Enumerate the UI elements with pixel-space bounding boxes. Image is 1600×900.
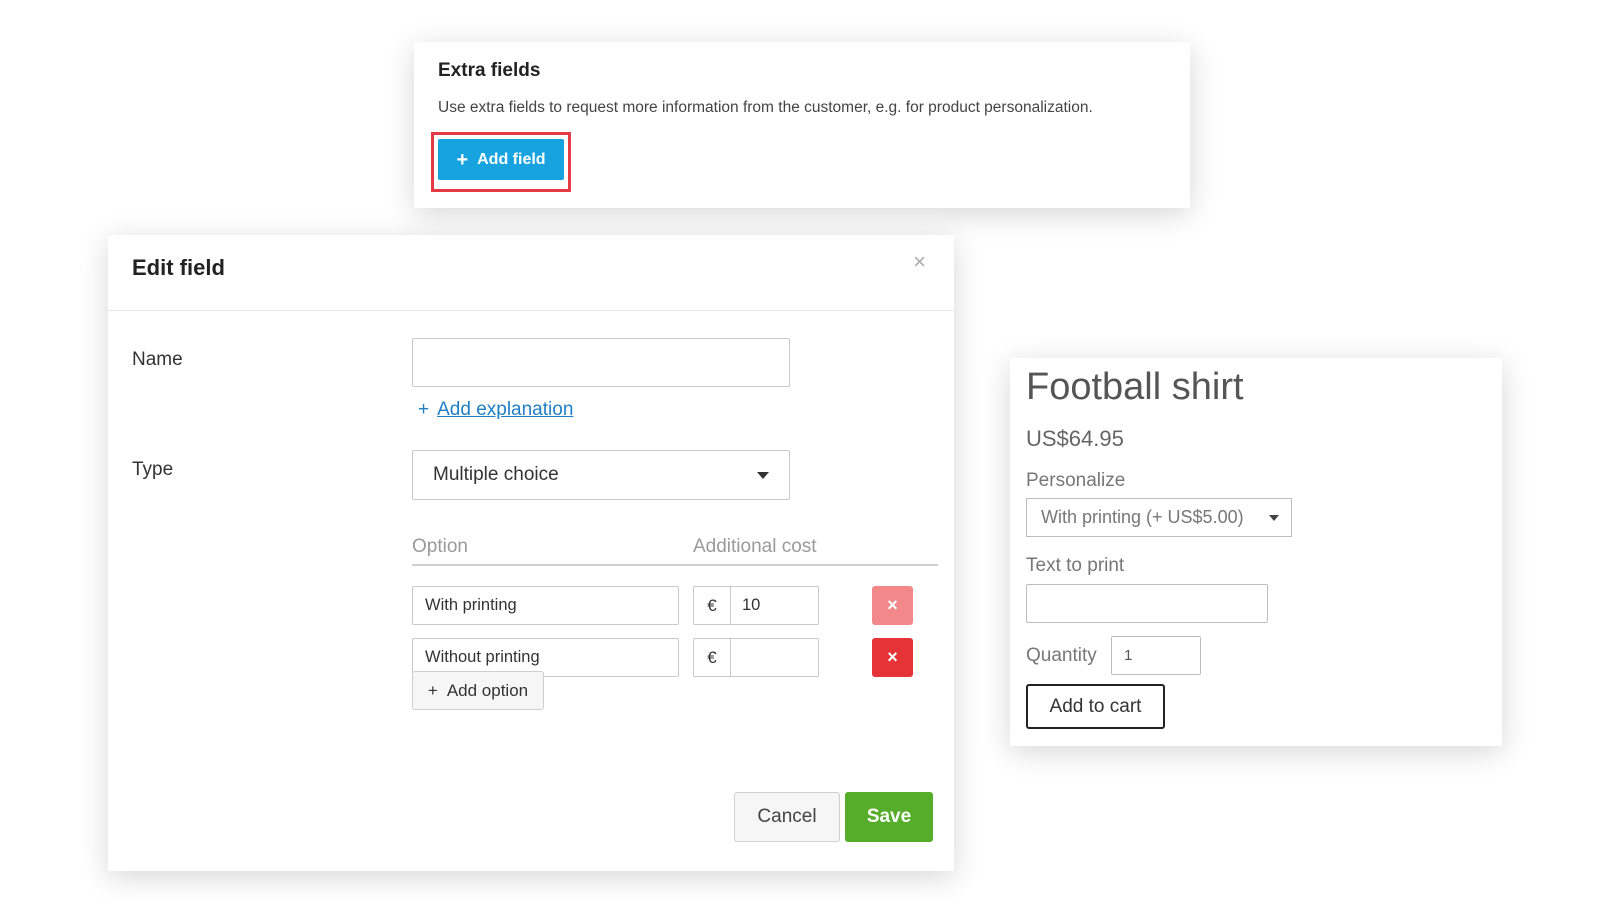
extra-fields-title: Extra fields bbox=[438, 60, 541, 81]
option-cost-value[interactable]: 10 bbox=[731, 587, 818, 624]
extra-fields-description: Use extra fields to request more informa… bbox=[438, 99, 1093, 116]
type-select[interactable]: Multiple choice bbox=[412, 450, 790, 500]
text-to-print-label: Text to print bbox=[1026, 555, 1125, 576]
plus-icon: + bbox=[418, 399, 430, 420]
option-cost-field[interactable]: € bbox=[693, 638, 819, 677]
option-column-header: Option bbox=[412, 536, 468, 557]
product-title: Football shirt bbox=[1026, 366, 1244, 408]
currency-prefix: € bbox=[694, 587, 731, 624]
name-label: Name bbox=[132, 349, 183, 370]
add-explanation-label: Add explanation bbox=[437, 399, 574, 420]
cancel-button[interactable]: Cancel bbox=[734, 792, 840, 842]
modal-divider bbox=[108, 310, 954, 311]
caret-down-icon bbox=[757, 471, 769, 479]
personalize-select-value: With printing (+ US$5.00) bbox=[1041, 507, 1244, 527]
add-field-button[interactable]: + Add field bbox=[438, 139, 564, 180]
quantity-label: Quantity bbox=[1026, 645, 1097, 666]
add-option-button[interactable]: + Add option bbox=[412, 671, 544, 710]
additional-cost-column-header: Additional cost bbox=[693, 536, 817, 557]
personalize-select[interactable]: With printing (+ US$5.00) bbox=[1026, 498, 1292, 537]
add-option-label: Add option bbox=[446, 680, 529, 700]
close-icon[interactable]: × bbox=[913, 249, 926, 275]
add-to-cart-button[interactable]: Add to cart bbox=[1026, 684, 1165, 729]
close-icon: × bbox=[887, 595, 898, 615]
close-icon: × bbox=[887, 647, 898, 667]
quantity-input[interactable] bbox=[1111, 636, 1201, 675]
plus-icon: + bbox=[456, 148, 469, 171]
option-cost-value[interactable] bbox=[731, 639, 818, 676]
product-price: US$64.95 bbox=[1026, 426, 1124, 451]
option-cost-field[interactable]: € 10 bbox=[693, 586, 819, 625]
add-field-label: Add field bbox=[477, 150, 546, 168]
extra-fields-panel: Extra fields Use extra fields to request… bbox=[414, 42, 1190, 208]
product-preview-card: Football shirt US$64.95 Personalize With… bbox=[1010, 358, 1502, 746]
text-to-print-input[interactable] bbox=[1026, 584, 1268, 623]
modal-title: Edit field bbox=[132, 255, 225, 280]
option-name-input[interactable] bbox=[412, 586, 679, 625]
type-select-value: Multiple choice bbox=[433, 464, 559, 485]
plus-icon: + bbox=[427, 680, 438, 700]
type-label: Type bbox=[132, 459, 174, 480]
remove-option-button[interactable]: × bbox=[872, 638, 913, 677]
remove-option-button[interactable]: × bbox=[872, 586, 913, 625]
currency-prefix: € bbox=[694, 639, 731, 676]
personalize-label: Personalize bbox=[1026, 470, 1126, 491]
add-explanation-link[interactable]: + Add explanation bbox=[418, 399, 573, 421]
name-input[interactable] bbox=[412, 338, 790, 387]
edit-field-modal: Edit field × Name + Add explanation Type… bbox=[108, 235, 954, 871]
caret-down-icon bbox=[1269, 514, 1279, 521]
save-button[interactable]: Save bbox=[845, 792, 933, 842]
options-header-divider bbox=[412, 564, 938, 566]
